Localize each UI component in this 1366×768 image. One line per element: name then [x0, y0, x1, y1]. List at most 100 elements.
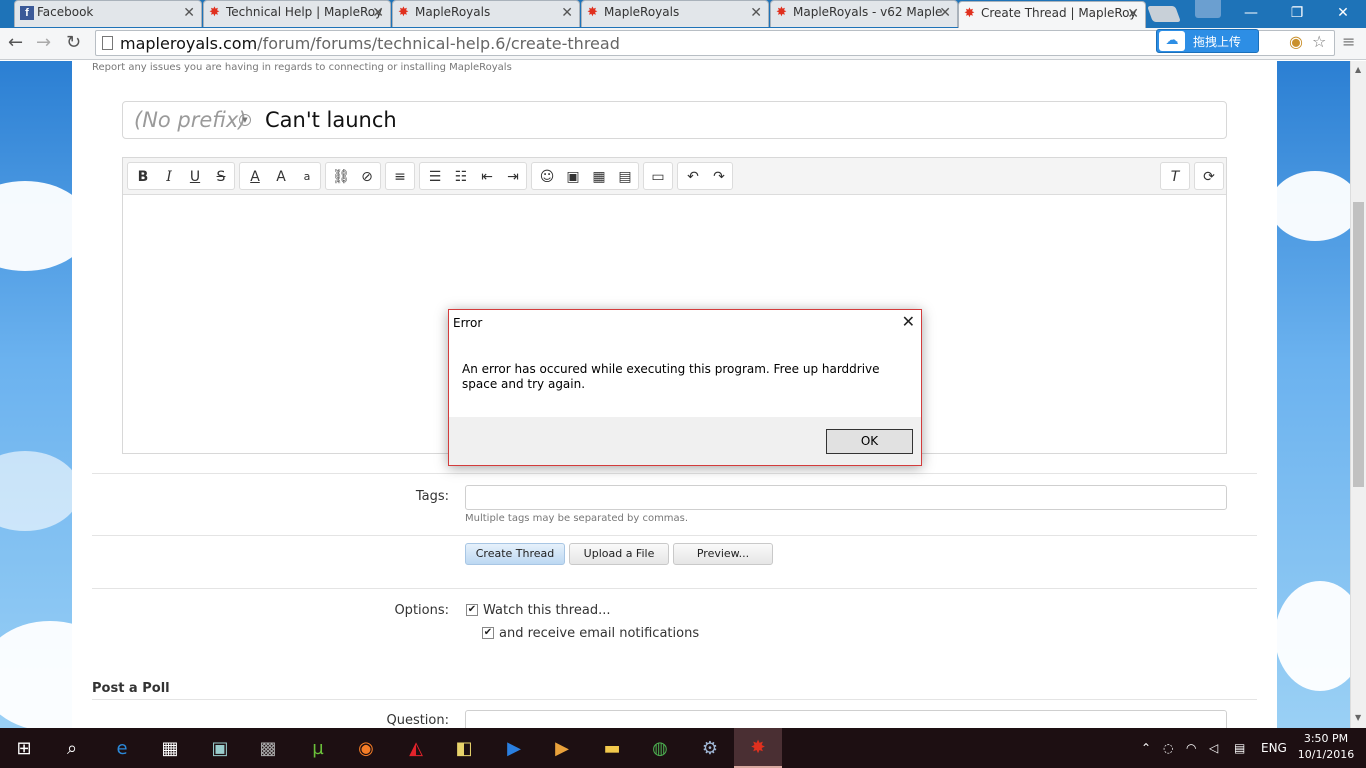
new-tab-button[interactable] — [1147, 6, 1181, 22]
scrollbar-thumb[interactable] — [1353, 202, 1364, 487]
tab-label: Technical Help | MapleRoy — [226, 5, 383, 19]
tab-mapleroyals-2[interactable]: ✸ MapleRoyals ✕ — [581, 0, 769, 27]
email-notifications-checkbox[interactable]: ✔ — [482, 627, 494, 639]
smiley-icon[interactable]: ☺ — [536, 167, 558, 187]
mapleroyals-icon[interactable]: ✸ — [734, 728, 782, 768]
tab-technical-help[interactable]: ✸ Technical Help | MapleRoy ✕ — [203, 0, 391, 27]
utorrent-icon[interactable]: µ — [294, 728, 342, 768]
redo-icon[interactable]: ↷ — [708, 167, 730, 187]
minecraft-icon[interactable]: ▩ — [244, 728, 292, 768]
poll-question-input[interactable] — [465, 710, 1227, 728]
ok-button[interactable]: OK — [826, 429, 913, 454]
tab-create-thread[interactable]: ✸ Create Thread | MapleRoy ✕ — [958, 1, 1146, 28]
windows-start-icon[interactable]: ⊞ — [0, 728, 48, 768]
steam-icon[interactable]: ⚙ — [686, 728, 734, 768]
font-family-icon[interactable]: a — [296, 167, 318, 187]
strikethrough-icon[interactable]: S — [210, 167, 232, 187]
close-icon[interactable]: ✕ — [750, 5, 762, 21]
italic-icon[interactable]: I — [158, 167, 180, 187]
tags-input[interactable] — [465, 485, 1227, 510]
maximize-icon[interactable]: ❐ — [1274, 0, 1320, 28]
numbered-list-icon[interactable]: ☷ — [450, 167, 472, 187]
outdent-icon[interactable]: ⇤ — [476, 167, 498, 187]
upload-extension-button[interactable]: ☁ 拖拽上传 — [1156, 29, 1259, 53]
undo-icon[interactable]: ↶ — [682, 167, 704, 187]
firefox-icon[interactable]: ◉ — [342, 728, 390, 768]
media-player-icon[interactable]: ▶ — [490, 728, 538, 768]
font-size-icon[interactable]: A — [270, 167, 292, 187]
wifi-icon[interactable]: ◠ — [1186, 728, 1196, 768]
tab-mapleroyals-1[interactable]: ✸ MapleRoyals ✕ — [392, 0, 580, 27]
search-icon[interactable]: ⌕ — [48, 728, 96, 768]
thread-title-input[interactable]: Can't launch — [265, 108, 397, 132]
scroll-up-icon[interactable]: ▲ — [1355, 65, 1361, 74]
image-icon[interactable]: ▣ — [562, 167, 584, 187]
notifications-icon[interactable]: ▤ — [1234, 728, 1245, 768]
url-path: /forum/forums/technical-help.6/create-th… — [257, 34, 620, 53]
store-icon[interactable]: ▦ — [146, 728, 194, 768]
tab-mapleroyals-v62[interactable]: ✸ MapleRoyals - v62 Maple ✕ — [770, 0, 958, 27]
back-arrow-icon[interactable]: ← — [8, 32, 23, 53]
system-clock[interactable]: 3:50 PM 10/1/2016 — [1296, 731, 1356, 763]
window-controls: — ❐ ✕ — [1228, 0, 1366, 28]
url-host: mapleroyals.com — [120, 34, 258, 53]
font-color-icon[interactable]: A — [244, 167, 266, 187]
close-icon[interactable]: ✕ — [372, 5, 384, 21]
insert-more-icon[interactable]: ▤ — [614, 167, 636, 187]
forward-arrow-icon[interactable]: → — [36, 32, 51, 53]
chevron-down-icon[interactable]: ▼ — [239, 114, 251, 126]
profile-icon[interactable] — [1195, 0, 1221, 18]
toggle-bbcode-icon[interactable]: ⟳ — [1198, 167, 1220, 187]
upload-file-button[interactable]: Upload a File — [569, 543, 669, 565]
show-hidden-icons[interactable]: ⌃ — [1141, 728, 1151, 768]
extension-cookie-icon[interactable]: ◉ — [1289, 32, 1303, 51]
maple-leaf-icon: ✸ — [587, 5, 598, 20]
page-scrollbar[interactable]: ▲ ▼ — [1350, 61, 1366, 728]
bold-icon[interactable]: B — [132, 167, 154, 187]
maple-leaf-icon: ✸ — [398, 5, 409, 20]
address-bar[interactable]: mapleroyals.com/forum/forums/technical-h… — [95, 30, 1335, 56]
close-icon[interactable]: ✕ — [183, 5, 195, 21]
prefix-selector[interactable]: (No prefix) — [134, 108, 247, 132]
video-app-icon[interactable]: ▶ — [538, 728, 586, 768]
close-icon[interactable]: ✕ — [1127, 6, 1139, 22]
close-icon[interactable]: ✕ — [939, 5, 951, 21]
close-window-icon[interactable]: ✕ — [1320, 0, 1366, 28]
tab-label: Create Thread | MapleRoy — [981, 6, 1137, 20]
file-explorer-icon[interactable]: ▬ — [588, 728, 636, 768]
close-icon[interactable]: ✕ — [561, 5, 573, 21]
create-thread-button[interactable]: Create Thread — [465, 543, 565, 565]
bookmark-star-icon[interactable]: ☆ — [1312, 32, 1326, 51]
clock-time: 3:50 PM — [1303, 732, 1349, 745]
underline-icon[interactable]: U — [184, 167, 206, 187]
align-left-icon[interactable]: ≡ — [389, 167, 411, 187]
avira-icon[interactable]: ◭ — [392, 728, 440, 768]
preview-button[interactable]: Preview... — [673, 543, 773, 565]
tab-facebook[interactable]: f Facebook ✕ — [14, 0, 202, 27]
close-icon[interactable]: ✕ — [902, 312, 915, 331]
edge-icon[interactable]: e — [98, 728, 146, 768]
minimize-icon[interactable]: — — [1228, 0, 1274, 28]
link-icon[interactable]: ⛓ — [330, 167, 352, 187]
indent-icon[interactable]: ⇥ — [502, 167, 524, 187]
folder-app-icon[interactable]: ◧ — [440, 728, 488, 768]
remove-formatting-icon[interactable]: T — [1164, 167, 1186, 187]
tags-label: Tags: — [415, 489, 449, 504]
watch-thread-checkbox[interactable]: ✔ — [466, 604, 478, 616]
scroll-down-icon[interactable]: ▼ — [1355, 713, 1361, 722]
font-group: A A a — [239, 162, 321, 190]
network-icon[interactable]: ◌ — [1163, 728, 1173, 768]
reload-icon[interactable]: ↻ — [66, 32, 81, 53]
unlink-icon[interactable]: ⊘ — [356, 167, 378, 187]
menu-icon[interactable]: ≡ — [1342, 32, 1355, 51]
chrome-icon[interactable]: ◍ — [636, 728, 684, 768]
volume-icon[interactable]: ◁ — [1209, 728, 1218, 768]
save-draft-icon[interactable]: ▭ — [647, 167, 669, 187]
browser-tab-strip: f Facebook ✕ ✸ Technical Help | MapleRoy… — [0, 0, 1366, 28]
thread-title-field[interactable]: (No prefix) ▼ Can't launch — [122, 101, 1227, 139]
media-icon[interactable]: ▦ — [588, 167, 610, 187]
bullet-list-icon[interactable]: ☰ — [424, 167, 446, 187]
page-icon — [102, 36, 113, 50]
language-indicator[interactable]: ENG — [1261, 728, 1287, 768]
file-app-icon[interactable]: ▣ — [196, 728, 244, 768]
